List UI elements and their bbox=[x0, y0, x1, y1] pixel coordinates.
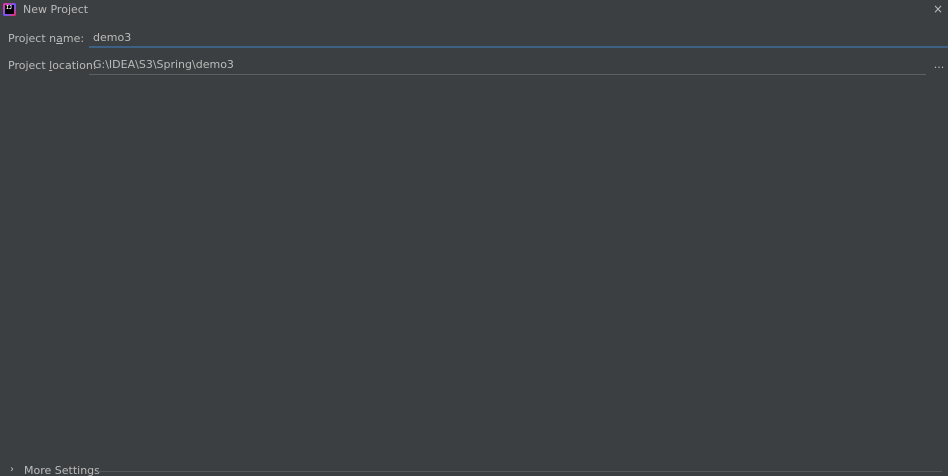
project-name-label: Project name: bbox=[8, 32, 85, 45]
project-name-row: Project name: bbox=[0, 28, 948, 50]
project-name-input[interactable] bbox=[89, 28, 948, 48]
more-settings-label: More Settings bbox=[24, 464, 100, 476]
close-icon[interactable]: × bbox=[931, 2, 945, 16]
intellij-idea-icon: IJ bbox=[3, 3, 16, 16]
project-location-input[interactable] bbox=[89, 55, 926, 75]
new-project-dialog: IJ New Project × Project name: Project l… bbox=[0, 0, 948, 476]
project-location-label: Project location: bbox=[8, 59, 97, 72]
window-title: New Project bbox=[23, 3, 89, 16]
more-settings-divider bbox=[98, 471, 942, 472]
title-bar: IJ New Project × bbox=[0, 0, 948, 20]
browse-location-button[interactable]: ... bbox=[932, 58, 946, 72]
project-location-row: Project location: ... bbox=[0, 55, 948, 77]
more-settings-toggle[interactable]: › More Settings bbox=[0, 464, 948, 476]
chevron-right-icon: › bbox=[10, 464, 14, 475]
